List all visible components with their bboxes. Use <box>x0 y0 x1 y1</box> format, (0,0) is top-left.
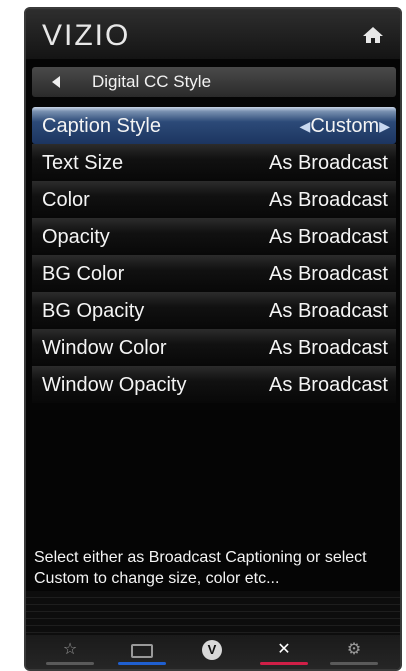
bottom-button-bar: ☆ V ✕ ⚙ <box>26 635 400 669</box>
menu-item-label: Text Size <box>42 152 124 174</box>
home-icon[interactable] <box>362 25 384 45</box>
vizio-logo: VIZIO <box>42 19 131 52</box>
menu-item-text-size[interactable]: Text Size As Broadcast <box>32 144 396 181</box>
menu-item-value: As Broadcast <box>269 152 388 174</box>
menu-item-window-opacity[interactable]: Window Opacity As Broadcast <box>32 366 396 403</box>
tv-menu-panel: VIZIO Digital CC Style Caption Style ◀Cu… <box>24 7 402 671</box>
back-arrow-icon[interactable] <box>52 76 60 88</box>
close-icon: ✕ <box>277 641 291 658</box>
menu-item-value: As Broadcast <box>269 337 388 359</box>
cc-settings-list: Caption Style ◀Custom▶ Text Size As Broa… <box>32 107 396 403</box>
menu-item-label: BG Opacity <box>42 300 145 322</box>
settings-button[interactable]: ⚙ <box>328 639 380 665</box>
menu-item-label: Window Color <box>42 337 167 359</box>
exit-button[interactable]: ✕ <box>258 639 310 665</box>
vizio-button[interactable]: V <box>186 639 238 665</box>
button-underline <box>118 662 166 665</box>
menu-item-color[interactable]: Color As Broadcast <box>32 181 396 218</box>
decorative-lines <box>26 591 400 639</box>
menu-item-value: As Broadcast <box>269 189 388 211</box>
menu-item-label: Caption Style <box>42 115 161 137</box>
vizio-v-icon: V <box>202 640 222 660</box>
button-underline <box>260 662 308 665</box>
button-underline <box>46 662 94 665</box>
menu-item-opacity[interactable]: Opacity As Broadcast <box>32 218 396 255</box>
menu-item-value: As Broadcast <box>269 374 388 396</box>
menu-item-value: As Broadcast <box>269 300 388 322</box>
help-text: Select either as Broadcast Captioning or… <box>34 549 367 587</box>
menu-item-label: Color <box>42 189 90 211</box>
left-arrow-icon[interactable]: ◀ <box>300 118 311 134</box>
menu-item-value: As Broadcast <box>269 263 388 285</box>
menu-item-bg-opacity[interactable]: BG Opacity As Broadcast <box>32 292 396 329</box>
right-arrow-icon[interactable]: ▶ <box>379 118 390 134</box>
favorite-button[interactable]: ☆ <box>44 639 96 665</box>
menu-item-label: Opacity <box>42 226 110 248</box>
menu-item-value: As Broadcast <box>269 226 388 248</box>
favorite-star-icon: ☆ <box>62 641 78 658</box>
menu-item-value[interactable]: ◀Custom▶ <box>300 115 390 138</box>
top-bar: VIZIO <box>26 9 400 59</box>
menu-item-label: Window Opacity <box>42 374 187 396</box>
menu-item-bg-color[interactable]: BG Color As Broadcast <box>32 255 396 292</box>
input-button[interactable] <box>116 639 168 665</box>
button-underline <box>330 662 378 665</box>
menu-title: Digital CC Style <box>92 72 212 91</box>
settings-gear-icon: ⚙ <box>346 641 362 658</box>
tv-input-icon <box>131 644 153 658</box>
back-bar[interactable]: Digital CC Style <box>32 67 396 97</box>
menu-item-caption-style[interactable]: Caption Style ◀Custom▶ <box>32 107 396 144</box>
menu-item-label: BG Color <box>42 263 125 285</box>
menu-item-window-color[interactable]: Window Color As Broadcast <box>32 329 396 366</box>
